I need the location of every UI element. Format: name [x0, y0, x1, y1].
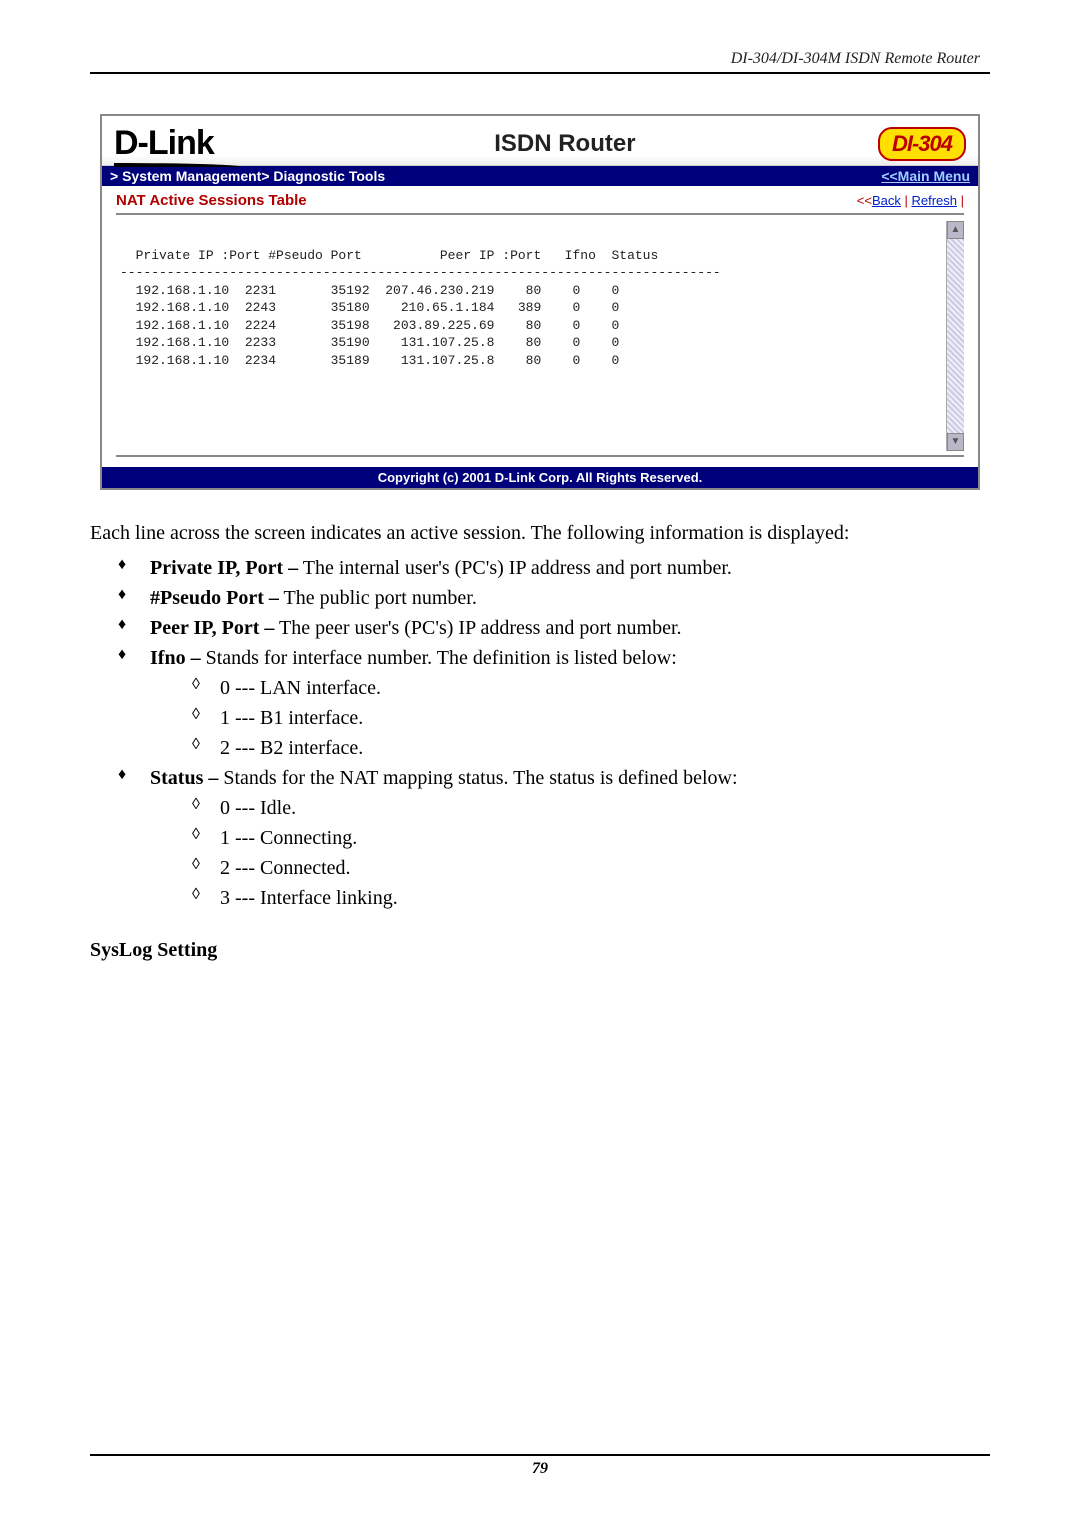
router-header-bar: D-Link ISDN Router DI-304 [102, 116, 978, 166]
panel-body: NAT Active Sessions Table <<Back | Refre… [102, 186, 978, 467]
page-header: DI-304/DI-304M ISDN Remote Router [90, 50, 990, 68]
page-number: 79 [90, 1460, 990, 1478]
page-footer: 79 [90, 1454, 990, 1478]
list-item: 2 --- Connected. [220, 853, 990, 883]
refresh-link[interactable]: Refresh [911, 193, 957, 208]
panel-nav-links: <<Back | Refresh | [857, 193, 964, 208]
router-title: ISDN Router [252, 130, 878, 158]
list-item: Ifno – Stands for interface number. The … [150, 643, 990, 763]
scroll-down-icon[interactable]: ▼ [947, 433, 964, 451]
copyright-bar: Copyright (c) 2001 D-Link Corp. All Righ… [102, 467, 978, 488]
panel-hr-bottom [116, 455, 964, 457]
syslog-heading: SysLog Setting [90, 939, 990, 962]
list-item: 0 --- Idle. [220, 793, 990, 823]
scrollbar[interactable]: ▲ ▼ [946, 221, 964, 451]
list-item: 1 --- B1 interface. [220, 703, 990, 733]
field-definitions-list: Private IP, Port – The internal user's (… [90, 553, 990, 913]
list-item: Status – Stands for the NAT mapping stat… [150, 763, 990, 913]
header-rule [90, 72, 990, 74]
breadcrumb: > System Management> Diagnostic Tools <<… [102, 166, 978, 186]
router-screenshot: D-Link ISDN Router DI-304 > System Manag… [100, 114, 980, 490]
panel-hr [116, 213, 964, 215]
intro-paragraph: Each line across the screen indicates an… [90, 520, 990, 547]
list-item: 3 --- Interface linking. [220, 883, 990, 913]
list-item: 0 --- LAN interface. [220, 673, 990, 703]
list-item: #Pseudo Port – The public port number. [150, 583, 990, 613]
ifno-sublist: 0 --- LAN interface. 1 --- B1 interface.… [150, 673, 990, 763]
panel-title: NAT Active Sessions Table [116, 192, 307, 209]
back-link[interactable]: Back [872, 193, 901, 208]
breadcrumb-path: > System Management> Diagnostic Tools [110, 168, 385, 184]
status-sublist: 0 --- Idle. 1 --- Connecting. 2 --- Conn… [150, 793, 990, 913]
list-item: 2 --- B2 interface. [220, 733, 990, 763]
footer-rule [90, 1454, 990, 1456]
list-item: Private IP, Port – The internal user's (… [150, 553, 990, 583]
nat-sessions-table: Private IP :Port #Pseudo Port Peer IP :P… [116, 221, 946, 451]
nat-table-box: Private IP :Port #Pseudo Port Peer IP :P… [116, 221, 964, 451]
model-badge: DI-304 [878, 127, 966, 161]
list-item: Peer IP, Port – The peer user's (PC's) I… [150, 613, 990, 643]
scroll-up-icon[interactable]: ▲ [947, 221, 964, 239]
dlink-logo: D-Link [114, 124, 242, 163]
main-menu-link[interactable]: <<Main Menu [881, 168, 970, 184]
list-item: 1 --- Connecting. [220, 823, 990, 853]
panel-title-row: NAT Active Sessions Table <<Back | Refre… [116, 192, 964, 209]
